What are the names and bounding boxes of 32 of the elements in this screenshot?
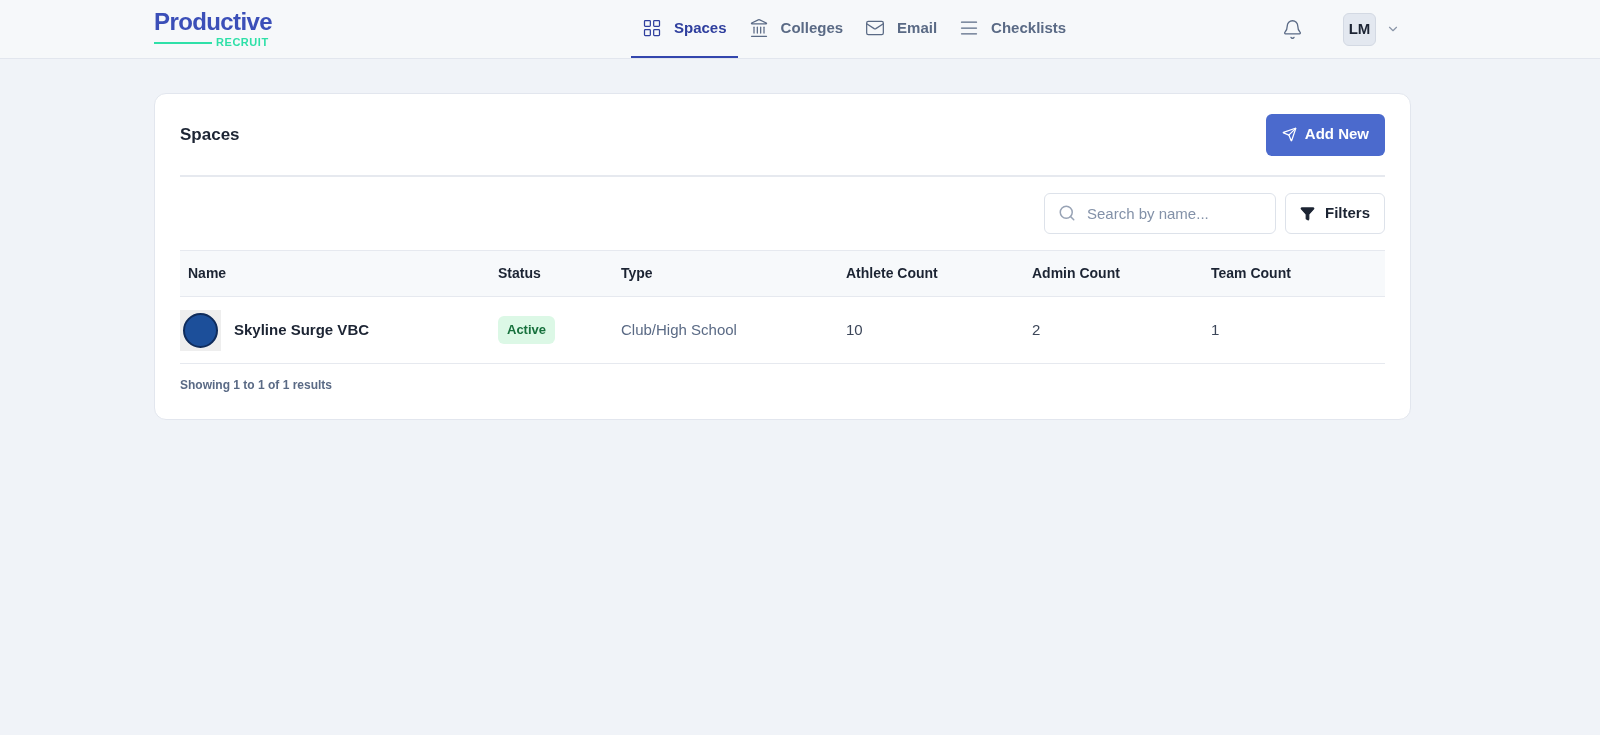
filters-button[interactable]: Filters (1285, 193, 1385, 234)
column-header: Team Count (1211, 264, 1292, 283)
filter-icon (1300, 206, 1315, 221)
user-avatar[interactable]: LM (1343, 12, 1376, 46)
results-summary: Showing 1 to 1 of 1 results (180, 377, 334, 394)
search-field[interactable]: Search by name... (1044, 193, 1276, 234)
column-header: Status (498, 264, 542, 283)
logo[interactable]: Productive RECRUIT (154, 0, 294, 58)
table-cell-text: Skyline Surge VBC (234, 319, 370, 340)
status-badge: Active (498, 316, 556, 344)
logo-subtitle: RECRUIT (216, 37, 269, 48)
bank-icon (748, 18, 769, 38)
table-cell-text: 1 (1211, 319, 1221, 340)
grid-icon (642, 18, 662, 38)
card-title: Spaces (180, 123, 240, 146)
nav-tab[interactable]: Checklists (948, 0, 1078, 58)
column-header: Admin Count (1032, 264, 1121, 283)
column-header: Type (621, 264, 654, 283)
nav-tab[interactable]: Email (854, 0, 949, 58)
logo-wordmark: Productive (154, 10, 274, 34)
nav-tab[interactable]: Spaces (631, 0, 738, 58)
table-cell-text: 2 (1032, 319, 1042, 340)
table-cell-text: 10 (846, 319, 864, 340)
send-icon (1281, 127, 1297, 142)
nav-tab[interactable]: Colleges (737, 0, 855, 58)
mail-icon (865, 18, 886, 38)
logo-placeholder (180, 309, 221, 351)
add-new-button[interactable]: Add New (1265, 113, 1385, 156)
column-header: Athlete Count (846, 264, 939, 283)
column-header: Name (188, 264, 228, 283)
search-icon (1058, 204, 1076, 222)
table-cell-text: Club/High School (621, 319, 738, 340)
